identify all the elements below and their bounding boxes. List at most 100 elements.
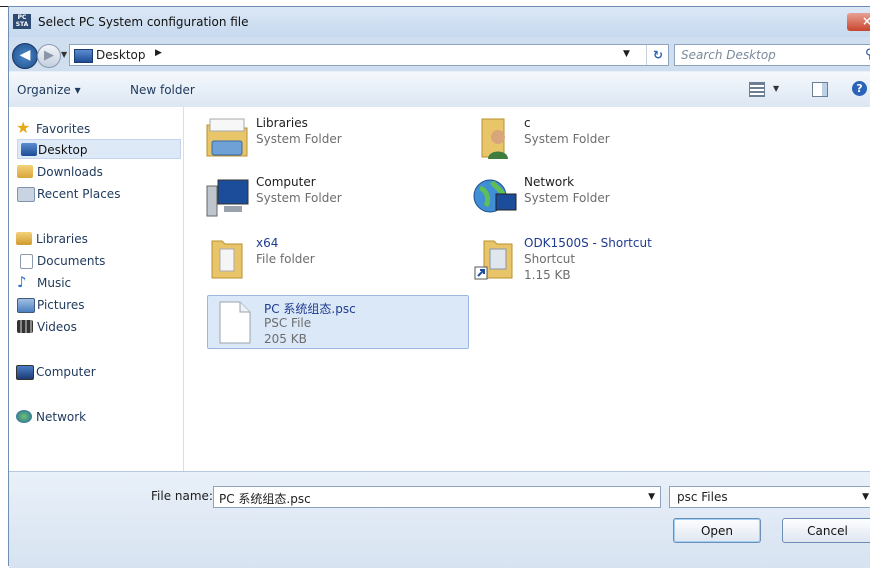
organize-menu-button[interactable]: Organize ▾: [17, 83, 81, 97]
shortcut-folder-icon: [472, 235, 518, 281]
sidebar-item-computer[interactable]: Computer: [16, 362, 96, 382]
breadcrumb-chevron-icon[interactable]: ▶: [155, 48, 162, 58]
help-icon[interactable]: ?: [852, 81, 867, 96]
app-logo-icon: PC STA: [13, 14, 31, 29]
cancel-button[interactable]: Cancel: [782, 518, 870, 543]
sidebar-item-label: Pictures: [37, 298, 85, 312]
file-item-c[interactable]: c System Folder: [468, 112, 730, 166]
address-bar[interactable]: Desktop ▶ ▼ ↻: [69, 44, 669, 66]
sidebar-item-label: Favorites: [36, 122, 91, 136]
folder-icon: [204, 235, 250, 281]
desktop-icon: [74, 49, 93, 63]
search-icon[interactable]: ⚲: [865, 47, 870, 62]
address-dropdown-icon[interactable]: ▼: [623, 49, 630, 59]
item-name: Network: [524, 175, 575, 189]
sidebar-item-label: Videos: [37, 320, 77, 334]
search-placeholder: Search Desktop: [681, 48, 776, 62]
window-title: Select PC System configuration file: [38, 15, 249, 29]
item-name: Libraries: [256, 116, 308, 130]
item-name: x64: [256, 236, 279, 250]
file-type-dropdown-icon[interactable]: ▼: [862, 492, 869, 502]
item-name: c: [524, 116, 531, 130]
file-dialog-window: PC STA Select PC System configuration fi…: [8, 6, 870, 568]
file-type-value[interactable]: psc Files: [677, 490, 728, 504]
network-globe-icon: [472, 174, 518, 220]
libraries-icon: [16, 232, 32, 245]
recent-pages-dropdown-icon[interactable]: ▼: [61, 50, 67, 59]
change-view-icon[interactable]: [749, 82, 765, 97]
desktop-icon: [21, 143, 37, 156]
sidebar-item-videos[interactable]: Videos: [17, 317, 77, 337]
item-type: File folder: [256, 252, 315, 266]
document-file-icon: [212, 299, 258, 345]
refresh-icon[interactable]: ↻: [646, 45, 669, 65]
sidebar-item-label: Network: [36, 410, 87, 424]
item-name: PC 系统组态.psc: [264, 302, 356, 316]
back-button[interactable]: ◀: [12, 43, 38, 69]
file-item-computer[interactable]: Computer System Folder: [200, 171, 462, 225]
item-type: System Folder: [524, 132, 610, 146]
new-folder-button[interactable]: New folder: [130, 83, 195, 97]
sidebar-item-libraries[interactable]: Libraries: [16, 229, 88, 249]
item-size: 205 KB: [264, 332, 307, 346]
search-input[interactable]: Search Desktop ⚲: [674, 44, 870, 66]
computer-icon: [16, 365, 34, 380]
sidebar-item-documents[interactable]: Documents: [20, 251, 106, 271]
file-item-network[interactable]: Network System Folder: [468, 171, 730, 225]
item-name: ODK1500S - Shortcut: [524, 236, 652, 250]
item-size: 1.15 KB: [524, 268, 571, 282]
music-icon: ♪: [17, 273, 27, 291]
star-icon: ★: [16, 118, 31, 137]
command-toolbar: Organize ▾ New folder ▼ ?: [9, 71, 870, 109]
sidebar-item-label: Downloads: [37, 165, 103, 179]
item-type: PSC File: [264, 316, 312, 330]
title-bar: PC STA Select PC System configuration fi…: [9, 7, 870, 37]
item-name: Computer: [256, 175, 316, 189]
file-item-x64[interactable]: x64 File folder: [200, 232, 462, 286]
view-options-dropdown-icon[interactable]: ▼: [773, 84, 779, 93]
sidebar-item-pictures[interactable]: Pictures: [17, 295, 85, 315]
sidebar-item-desktop[interactable]: Desktop: [17, 139, 181, 159]
sidebar-item-favorites[interactable]: ★ Favorites: [16, 119, 91, 139]
file-name-label: File name:: [151, 489, 213, 503]
forward-button[interactable]: ▶: [37, 44, 61, 68]
sidebar-item-music[interactable]: ♪ Music: [17, 273, 72, 293]
file-item-odk1500s-shortcut[interactable]: ODK1500S - Shortcut Shortcut 1.15 KB: [468, 232, 730, 286]
navigation-pane: ★ Favorites Desktop Downloads Recent Pla…: [9, 107, 184, 471]
sidebar-item-label: Desktop: [38, 143, 88, 157]
sidebar-item-downloads[interactable]: Downloads: [17, 162, 103, 182]
computer-icon: [204, 174, 250, 220]
user-folder-icon: [472, 115, 518, 161]
videos-icon: [17, 320, 33, 333]
sidebar-item-label: Recent Places: [37, 187, 121, 201]
file-name-value[interactable]: PC 系统组态.psc: [219, 490, 311, 507]
sidebar-item-network[interactable]: Network: [16, 407, 87, 427]
preview-pane-icon[interactable]: [812, 82, 828, 97]
recent-places-icon: [17, 187, 35, 202]
close-button[interactable]: ×: [847, 13, 870, 31]
sidebar-item-label: Documents: [37, 254, 106, 268]
file-name-dropdown-icon[interactable]: ▼: [648, 492, 655, 502]
navigation-bar: ◀ ▶ ▼ Desktop ▶ ▼ ↻ Search Desktop ⚲: [9, 37, 870, 71]
file-type-select[interactable]: psc Files ▼: [669, 486, 870, 508]
documents-icon: [20, 254, 33, 269]
item-type: System Folder: [256, 191, 342, 205]
sidebar-item-label: Music: [37, 276, 72, 290]
sidebar-item-label: Libraries: [36, 232, 88, 246]
item-type: System Folder: [256, 132, 342, 146]
sidebar-item-label: Computer: [36, 365, 96, 379]
file-list: Libraries System Folder c System Folder …: [184, 107, 870, 471]
sidebar-item-recent-places[interactable]: Recent Places: [17, 184, 121, 204]
downloads-folder-icon: [17, 165, 33, 178]
item-type: System Folder: [524, 191, 610, 205]
file-item-psc[interactable]: PC 系统组态.psc PSC File 205 KB: [207, 295, 469, 349]
libraries-folder-icon: [204, 115, 250, 161]
pictures-icon: [17, 298, 35, 313]
file-name-field[interactable]: PC 系统组态.psc ▼: [213, 486, 661, 508]
open-button[interactable]: Open: [673, 518, 761, 543]
file-item-libraries[interactable]: Libraries System Folder: [200, 112, 462, 166]
dialog-footer: File name: PC 系统组态.psc ▼ psc Files ▼ Ope…: [9, 471, 870, 568]
address-location[interactable]: Desktop: [96, 48, 146, 62]
item-type: Shortcut: [524, 252, 576, 266]
network-icon: [16, 410, 32, 423]
